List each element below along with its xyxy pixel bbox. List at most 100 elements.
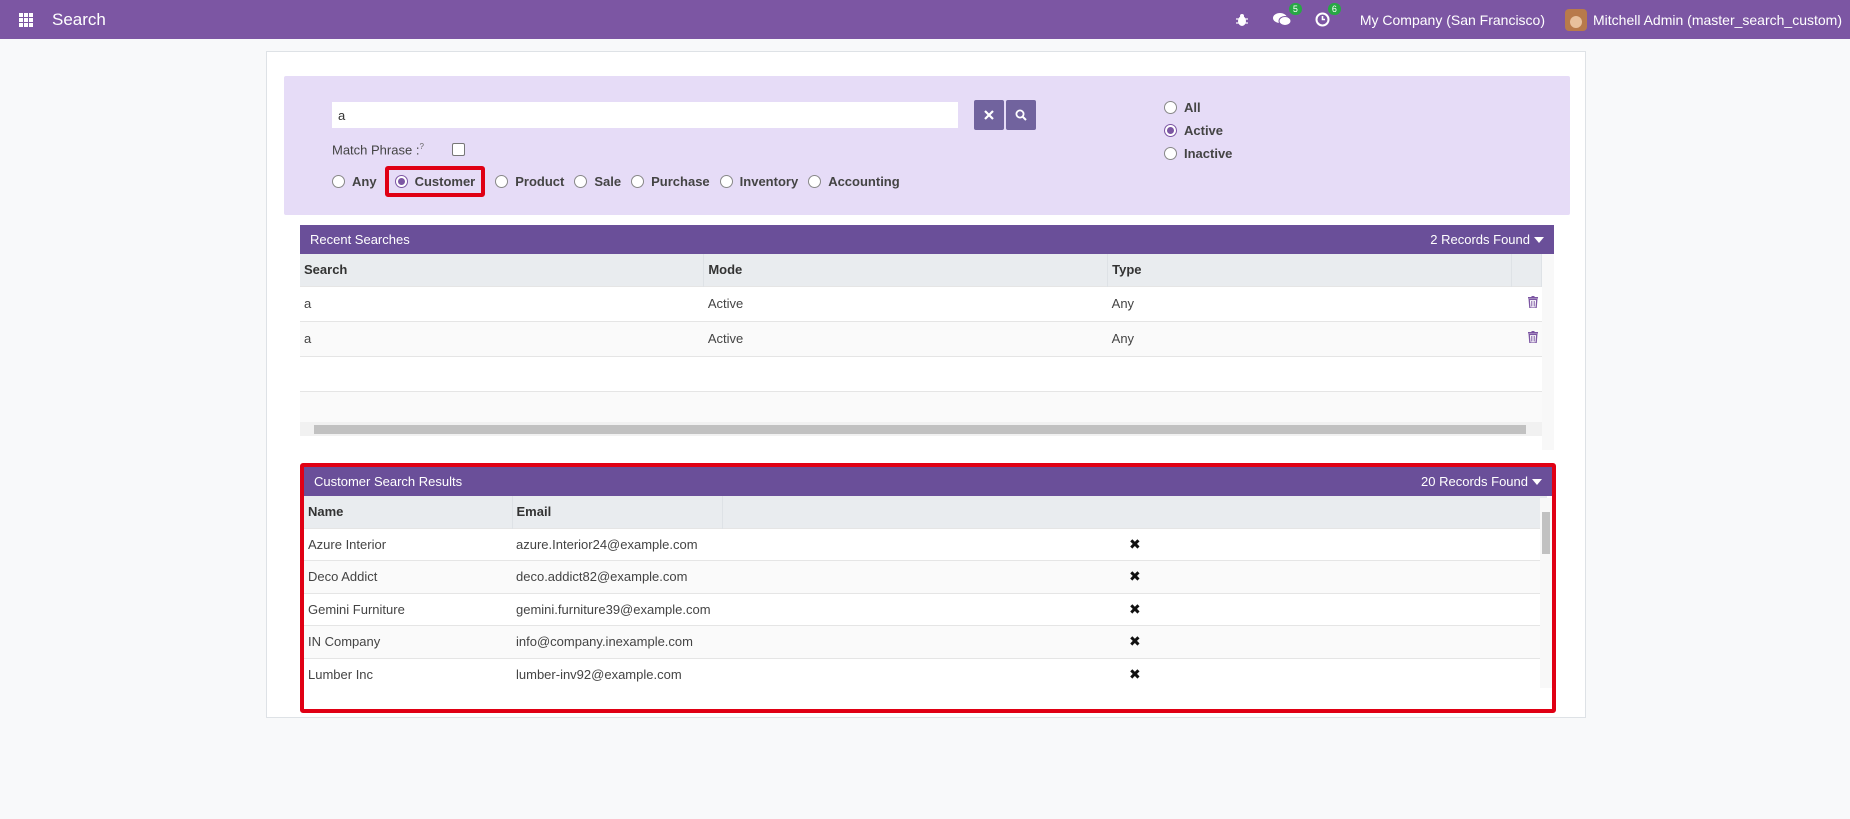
customer-results-header: Customer Search Results 20 Records Found (304, 467, 1552, 496)
recent-count-dropdown[interactable]: 2 Records Found (1430, 232, 1544, 247)
radio-product[interactable] (495, 175, 509, 188)
remove-x-icon[interactable]: ✖ (1129, 666, 1141, 682)
vertical-scrollbar[interactable] (1540, 498, 1552, 688)
cell-mode: Active (703, 285, 1108, 321)
remove-x-icon[interactable]: ✖ (1129, 536, 1141, 552)
recent-searches-card: Recent Searches 2 Records Found Search M… (300, 225, 1554, 450)
cell-type: Any (1107, 285, 1512, 321)
search-button[interactable] (1006, 100, 1036, 130)
recent-searches-title: Recent Searches (310, 232, 410, 247)
remove-x-icon[interactable]: ✖ (1129, 568, 1141, 584)
type-any-option[interactable]: Any (332, 174, 377, 189)
match-phrase-label: Match Phrase :? (332, 142, 424, 158)
cell-name: Lumber Inc (304, 657, 512, 691)
scrollbar-thumb[interactable] (1542, 512, 1550, 554)
type-customer-option[interactable]: Customer (384, 166, 486, 197)
messages-chat-icon[interactable]: 5 (1272, 3, 1302, 27)
remove-x-icon[interactable]: ✖ (1129, 601, 1141, 617)
col-email[interactable]: Email (512, 496, 723, 528)
trash-icon[interactable] (1527, 331, 1538, 346)
apps-menu-icon[interactable] (19, 12, 33, 27)
recent-searches-header: Recent Searches 2 Records Found (300, 225, 1554, 254)
caret-down-icon (1532, 478, 1542, 485)
close-icon (984, 110, 994, 120)
empty-row (300, 390, 1542, 426)
cell-email: deco.addict82@example.com (512, 560, 722, 593)
trash-icon[interactable] (1527, 296, 1538, 311)
activities-clock-icon[interactable]: 6 (1315, 3, 1341, 27)
table-row[interactable]: Deco Addict deco.addict82@example.com ✖ (304, 560, 1547, 593)
cell-email: azure.Interior24@example.com (512, 527, 722, 561)
search-filter-box: Match Phrase :? Any Customer Product Sal… (284, 76, 1570, 215)
radio-all[interactable] (1164, 101, 1177, 114)
cell-name: Deco Addict (304, 560, 512, 593)
type-purchase-option[interactable]: Purchase (631, 174, 710, 189)
messages-badge: 5 (1288, 3, 1302, 15)
customer-results-card: Customer Search Results 20 Records Found… (300, 463, 1556, 713)
cell-email: lumber-inv92@example.com (512, 657, 722, 691)
search-panel: Match Phrase :? Any Customer Product Sal… (266, 51, 1586, 718)
type-sale-option[interactable]: Sale (574, 174, 621, 189)
company-switcher[interactable]: My Company (San Francisco) (1360, 12, 1545, 28)
type-inventory-option[interactable]: Inventory (719, 174, 798, 189)
cell-type: Any (1107, 320, 1512, 356)
radio-accounting[interactable] (808, 175, 822, 188)
cell-mode: Active (703, 320, 1108, 356)
table-row[interactable]: IN Company info@company.inexample.com ✖ (304, 625, 1547, 658)
search-type-radio-group: Any Customer Product Sale Purchase Inven… (332, 166, 910, 197)
cell-name: Azure Interior (304, 527, 512, 561)
radio-purchase[interactable] (631, 175, 645, 188)
results-count-dropdown[interactable]: 20 Records Found (1421, 474, 1542, 489)
table-row[interactable]: a Active Any (300, 320, 1542, 356)
customer-results-title: Customer Search Results (314, 474, 463, 489)
scrollbar-thumb[interactable] (314, 425, 1526, 434)
status-radio-group: All Active Inactive (1164, 100, 1242, 169)
search-icon (1015, 109, 1027, 121)
empty-row (300, 355, 1542, 391)
type-product-option[interactable]: Product (495, 174, 564, 189)
table-row[interactable]: Azure Interior azure.Interior24@example.… (304, 527, 1547, 561)
user-menu[interactable]: Mitchell Admin (master_search_custom) (1565, 8, 1842, 31)
cell-name: Gemini Furniture (304, 592, 512, 626)
status-inactive-option[interactable]: Inactive (1164, 146, 1232, 161)
col-mode[interactable]: Mode (703, 254, 1109, 286)
radio-inventory[interactable] (719, 175, 733, 188)
col-actions (1511, 254, 1543, 286)
match-phrase-checkbox[interactable] (452, 143, 465, 156)
avatar (1565, 8, 1588, 31)
cell-search: a (300, 320, 704, 356)
col-search[interactable]: Search (300, 254, 705, 286)
type-accounting-option[interactable]: Accounting (808, 174, 900, 189)
vertical-scrollbar[interactable] (1542, 254, 1554, 450)
help-tooltip-icon[interactable]: ? (419, 142, 423, 151)
table-row[interactable]: Lumber Inc lumber-inv92@example.com ✖ (304, 657, 1547, 691)
table-row[interactable]: Gemini Furniture gemini.furniture39@exam… (304, 592, 1547, 626)
remove-x-icon[interactable]: ✖ (1129, 633, 1141, 649)
horizontal-scrollbar[interactable] (300, 422, 1542, 436)
col-name[interactable]: Name (304, 496, 513, 528)
radio-any[interactable] (332, 175, 345, 188)
cell-email: info@company.inexample.com (512, 625, 722, 658)
recent-searches-table: Search Mode Type a Active Any a Active A… (300, 254, 1543, 426)
col-type[interactable]: Type (1107, 254, 1512, 286)
app-title[interactable]: Search (52, 10, 106, 30)
radio-sale[interactable] (574, 175, 588, 188)
status-all-option[interactable]: All (1164, 100, 1232, 115)
search-input[interactable] (332, 102, 958, 128)
status-active-option[interactable]: Active (1164, 123, 1232, 138)
top-navbar: Search 5 6 My Company (San Francisco) Mi… (0, 0, 1850, 39)
cell-name: IN Company (304, 625, 512, 658)
radio-inactive[interactable] (1164, 147, 1177, 160)
customer-results-table: Name Email Azure Interior azure.Interior… (304, 496, 1547, 691)
debug-bug-icon[interactable] (1235, 13, 1249, 27)
radio-customer[interactable] (394, 175, 408, 188)
radio-active[interactable] (1164, 124, 1177, 137)
col-action (722, 496, 1547, 528)
activities-badge: 6 (1327, 3, 1341, 15)
table-row[interactable]: a Active Any (300, 285, 1542, 321)
clear-search-button[interactable] (974, 100, 1004, 130)
cell-search: a (300, 285, 704, 321)
caret-down-icon (1534, 236, 1544, 243)
user-name: Mitchell Admin (master_search_custom) (1593, 11, 1842, 28)
cell-email: gemini.furniture39@example.com (512, 592, 722, 626)
